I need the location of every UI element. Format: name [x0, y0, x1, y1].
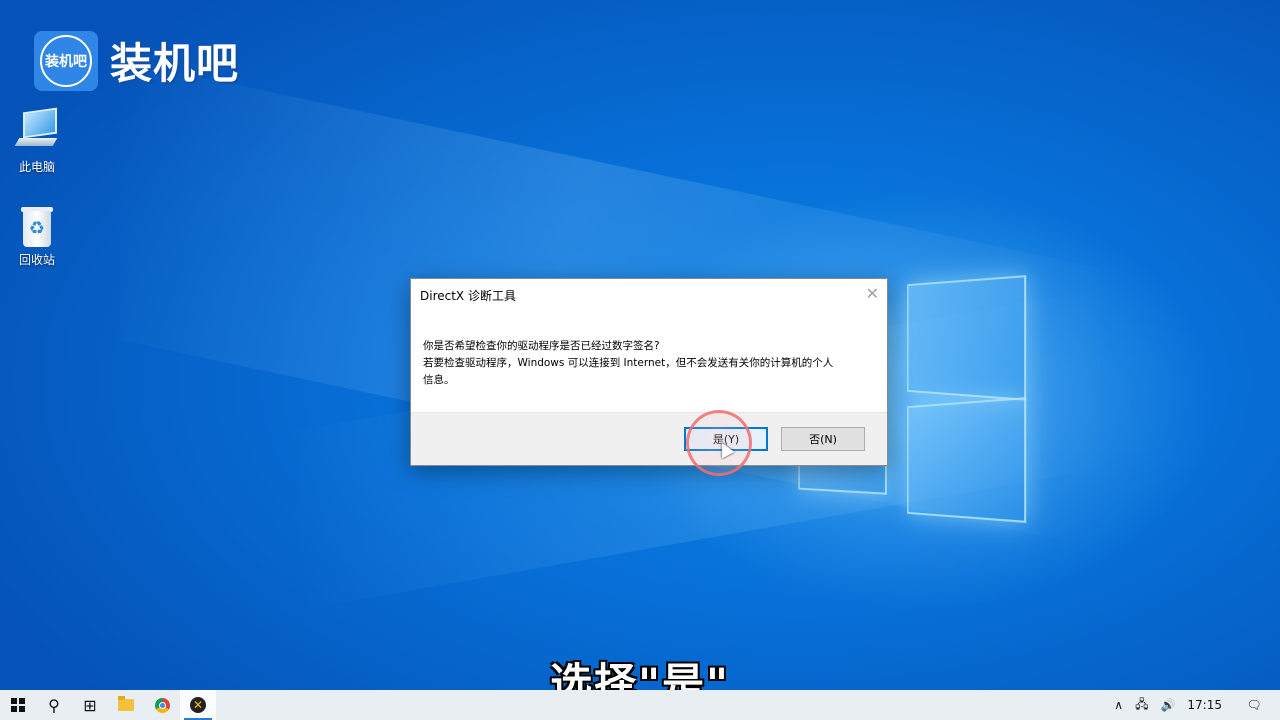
logo-pane: [907, 397, 1027, 523]
dialog-title: DirectX 诊断工具: [420, 289, 516, 303]
start-button[interactable]: [0, 690, 36, 720]
task-view-icon: ⊞: [83, 695, 97, 715]
system-tray: ∧ 🖧 🔊 17:15 🗨: [1108, 690, 1280, 720]
show-hidden-icons-button[interactable]: ∧: [1108, 690, 1129, 720]
network-icon: 🖧: [1135, 696, 1149, 711]
no-button[interactable]: 否(N): [781, 427, 865, 451]
dialog-message: 你是否希望检查你的驱动程序是否已经过数字签名? 若要检查驱动程序，Windows…: [423, 338, 873, 389]
desktop-icon-label: 此电脑: [18, 160, 55, 174]
notification-icon: 🗨: [1246, 698, 1262, 712]
chrome-icon: [154, 697, 170, 713]
taskbar: ⚲ ⊞ ✕ ∧ 🖧 🔊 17:15 🗨: [0, 690, 1280, 720]
message-line: 你是否希望检查你的驱动程序是否已经过数字签名?: [423, 340, 660, 352]
message-line: 信息。: [423, 374, 455, 386]
clock[interactable]: 17:15: [1181, 690, 1228, 720]
brand-badge-text: 装机吧: [40, 34, 92, 87]
start-icon: [11, 698, 25, 712]
chevron-up-icon: ∧: [1114, 698, 1124, 712]
task-view-button[interactable]: ⊞: [72, 690, 108, 720]
file-explorer-icon: [118, 696, 134, 711]
search-button[interactable]: ⚲: [36, 690, 72, 720]
desktop-icon-this-pc[interactable]: 此电脑: [1, 107, 73, 175]
directx-taskbar-button[interactable]: ✕: [180, 690, 216, 720]
message-line: 若要检查驱动程序，Windows 可以连接到 Internet，但不会发送有关你…: [423, 357, 834, 369]
brand-logo: 装机吧 装机吧: [34, 30, 239, 91]
action-center-button[interactable]: 🗨: [1228, 690, 1280, 720]
recycle-bin-icon: ♻: [19, 205, 55, 249]
logo-pane: [907, 275, 1027, 401]
brand-badge: 装机吧: [34, 30, 98, 91]
volume-button[interactable]: 🔊: [1154, 690, 1181, 720]
brand-name: 装机吧: [110, 39, 240, 88]
chrome-button[interactable]: [144, 690, 180, 720]
dialog-footer: 是(Y) 否(N): [411, 412, 887, 465]
network-button[interactable]: 🖧: [1129, 690, 1154, 720]
close-icon[interactable]: ✕: [866, 284, 879, 303]
desktop-icon-recycle-bin[interactable]: ♻ 回收站: [1, 205, 73, 268]
directx-icon: ✕: [190, 697, 206, 713]
this-pc-icon: [14, 107, 59, 156]
volume-icon: 🔊: [1160, 698, 1176, 712]
directx-dialog: DirectX 诊断工具 ✕ 你是否希望检查你的驱动程序是否已经过数字签名? 若…: [410, 278, 888, 466]
search-icon: ⚲: [48, 695, 60, 715]
desktop-icon-label: 回收站: [18, 253, 55, 267]
file-explorer-button[interactable]: [108, 690, 144, 720]
